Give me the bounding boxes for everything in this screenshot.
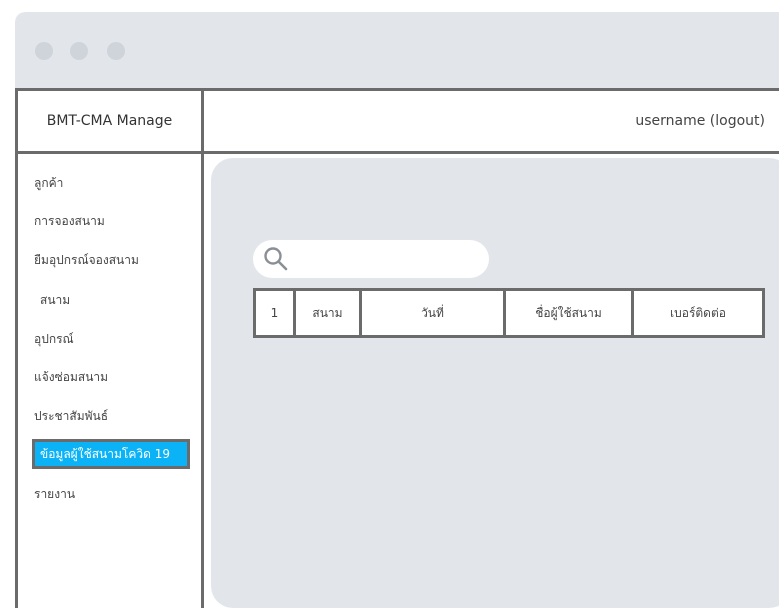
sidebar-item-announcements[interactable]: ประชาสัมพันธ์	[34, 407, 108, 426]
sidebar-item-repair-report[interactable]: แจ้งซ่อมสนาม	[34, 368, 108, 387]
table-cell-user-name: ชื่อผู้ใช้สนาม	[503, 288, 634, 338]
table-cell-date: วันที่	[359, 288, 506, 338]
app-brand[interactable]: BMT-CMA Manage	[18, 91, 201, 151]
data-table: 1 สนาม วันที่ ชื่อผู้ใช้สนาม เบอร์ติดต่อ	[253, 288, 765, 338]
sidebar-item-covid-users[interactable]: ข้อมูลผู้ใช้สนามโควิด 19	[32, 439, 190, 469]
app-window: BMT-CMA Manage username (logout) ลูกค้า …	[15, 12, 779, 608]
user-logout-link[interactable]: username (logout)	[204, 91, 779, 151]
main-content: 1 สนาม วันที่ ชื่อผู้ใช้สนาม เบอร์ติดต่อ	[211, 158, 779, 608]
search-icon[interactable]	[263, 246, 289, 272]
sidebar-item-courts[interactable]: สนาม	[40, 291, 70, 310]
search-input[interactable]	[253, 240, 489, 278]
sidebar: ลูกค้า การจองสนาม ยืมอุปกรณ์จองสนาม สนาม…	[18, 154, 201, 608]
sidebar-item-equipment-borrow[interactable]: ยืมอุปกรณ์จองสนาม	[34, 251, 139, 270]
table-cell-phone: เบอร์ติดต่อ	[631, 288, 765, 338]
sidebar-item-reports[interactable]: รายงาน	[34, 485, 75, 504]
window-maximize-dot[interactable]	[107, 42, 125, 60]
sidebar-divider	[201, 88, 204, 608]
table-cell-court: สนาม	[293, 288, 362, 338]
table-cell-index: 1	[253, 288, 296, 338]
window-minimize-dot[interactable]	[70, 42, 88, 60]
table-row: 1 สนาม วันที่ ชื่อผู้ใช้สนาม เบอร์ติดต่อ	[253, 288, 765, 338]
sidebar-item-court-booking[interactable]: การจองสนาม	[34, 212, 105, 231]
sidebar-item-equipment[interactable]: อุปกรณ์	[34, 330, 74, 349]
sidebar-item-customers[interactable]: ลูกค้า	[34, 174, 63, 193]
title-bar	[15, 12, 779, 88]
window-close-dot[interactable]	[35, 42, 53, 60]
